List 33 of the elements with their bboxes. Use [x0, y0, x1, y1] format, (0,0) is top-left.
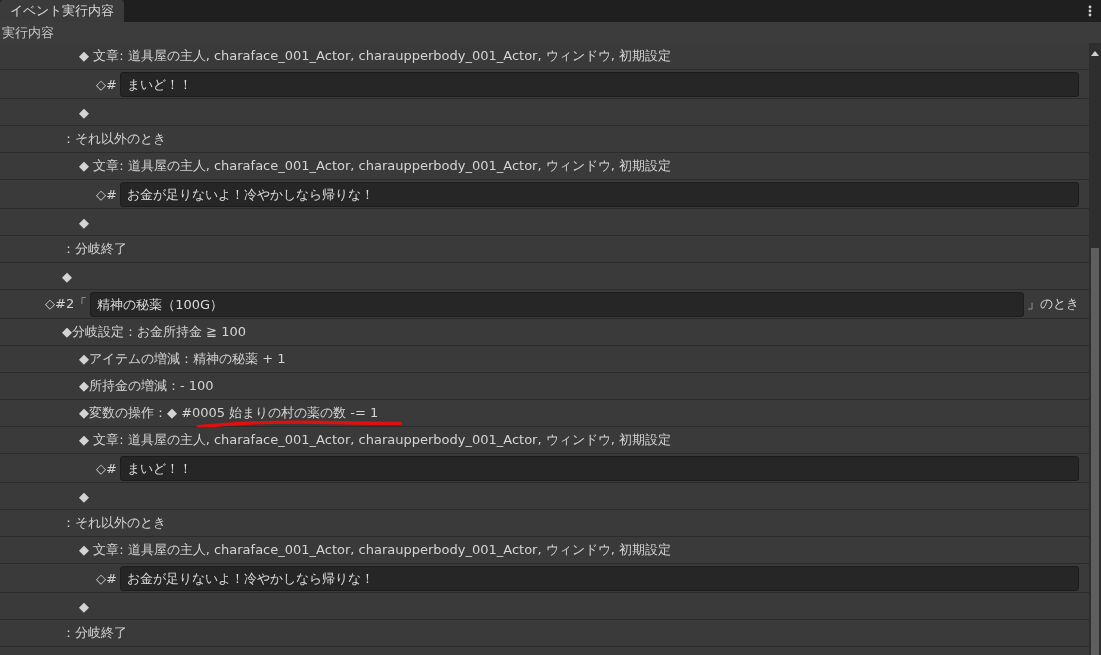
- command-text[interactable]: ◆所持金の増減：- 100: [79, 377, 214, 395]
- scrollbar[interactable]: [1089, 43, 1101, 655]
- command-text[interactable]: ：分岐終了: [62, 624, 127, 642]
- command-prefix: ◇#: [96, 76, 117, 92]
- command-suffix: 」のとき: [1027, 295, 1079, 313]
- scrollbar-thumb[interactable]: [1091, 248, 1099, 655]
- more-menu-icon[interactable]: [1088, 5, 1092, 17]
- panel-tab[interactable]: イベント実行内容: [0, 0, 124, 22]
- command-text[interactable]: ◆: [62, 268, 72, 284]
- command-text[interactable]: ◆: [79, 488, 89, 504]
- command-text[interactable]: ：それ以外のとき: [62, 130, 166, 148]
- scroll-up-icon[interactable]: [1091, 51, 1099, 56]
- command-text[interactable]: ◆ 文章: 道具屋の主人, charaface_001_Actor, charaupperbody_001_Actor, ウィンドウ, 初期設定: [79, 431, 671, 449]
- text-field[interactable]: お金が足りないよ！冷やかしなら帰りな！: [119, 181, 1079, 207]
- command-text[interactable]: ◆: [79, 598, 89, 614]
- command-text[interactable]: ◆分岐設定：お金所持金 ≧ 100: [62, 323, 246, 341]
- text-field[interactable]: まいど！！: [119, 71, 1079, 97]
- text-field[interactable]: お金が足りないよ！冷やかしなら帰りな！: [119, 565, 1079, 591]
- command-text[interactable]: ◆変数の操作：◆ #0005 始まりの村の薬の数 -= 1: [79, 404, 379, 422]
- command-text[interactable]: ◆ 文章: 道具屋の主人, charaface_001_Actor, charaupperbody_001_Actor, ウィンドウ, 初期設定: [79, 47, 671, 65]
- command-text[interactable]: ◆: [79, 214, 89, 230]
- command-prefix: ◇#: [96, 570, 117, 586]
- command-text[interactable]: ◆ 文章: 道具屋の主人, charaface_001_Actor, charaupperbody_001_Actor, ウィンドウ, 初期設定: [79, 541, 671, 559]
- text-field[interactable]: 精神の秘薬（100G）: [90, 291, 1024, 317]
- command-text[interactable]: ◆アイテムの増減：精神の秘薬 + 1: [79, 350, 286, 368]
- command-text[interactable]: ：分岐終了: [62, 240, 127, 258]
- command-text[interactable]: ◆ 文章: 道具屋の主人, charaface_001_Actor, charaupperbody_001_Actor, ウィンドウ, 初期設定: [79, 157, 671, 175]
- command-text[interactable]: ◆: [79, 104, 89, 120]
- command-prefix: ◇#: [96, 460, 117, 476]
- text-field[interactable]: まいど！！: [119, 455, 1079, 481]
- command-prefix: ◇#2「: [45, 295, 88, 313]
- command-prefix: ◇#: [96, 186, 117, 202]
- command-text[interactable]: ：それ以外のとき: [62, 514, 166, 532]
